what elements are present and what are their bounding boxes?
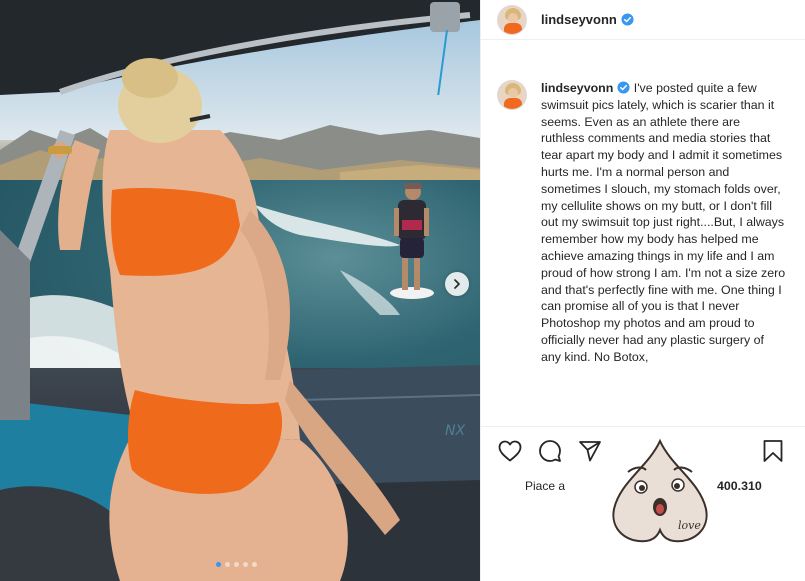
comment-icon xyxy=(539,439,561,462)
verified-badge-icon xyxy=(617,81,630,94)
like-button[interactable] xyxy=(497,438,523,464)
post-header: lindseyvonn xyxy=(481,0,805,40)
carousel-dot xyxy=(225,562,230,567)
carousel-dot xyxy=(243,562,248,567)
carousel-dot xyxy=(234,562,239,567)
carousel-dot xyxy=(216,562,221,567)
post-photo[interactable]: NX xyxy=(0,0,480,581)
caption-section: lindseyvonn I've posted quite a few swim… xyxy=(481,70,805,426)
caption-username[interactable]: lindseyvonn xyxy=(541,81,613,95)
caption-text: I've posted quite a few swimsuit pics la… xyxy=(541,81,786,364)
verified-badge-icon xyxy=(621,13,634,26)
save-button[interactable] xyxy=(760,438,786,464)
woman-in-swimsuit xyxy=(48,58,400,581)
sticker-text: love xyxy=(678,519,701,532)
chevron-right-icon xyxy=(454,279,460,289)
post-caption: lindseyvonn I've posted quite a few swim… xyxy=(541,80,786,426)
next-slide-button[interactable] xyxy=(445,272,469,296)
author-username[interactable]: lindseyvonn xyxy=(541,12,617,27)
avatar[interactable] xyxy=(497,4,527,35)
heart-face-sticker: love xyxy=(612,438,708,543)
bookmark-icon xyxy=(763,440,783,462)
share-button[interactable] xyxy=(577,438,603,464)
likes-count[interactable]: 400.310 xyxy=(717,479,762,493)
paper-plane-icon xyxy=(579,440,601,461)
comment-button[interactable] xyxy=(537,438,563,464)
carousel-indicator xyxy=(216,562,257,567)
heart-icon xyxy=(498,440,522,461)
likes-prefix: Piace a xyxy=(525,479,566,493)
avatar[interactable] xyxy=(497,80,527,110)
boat-logo: NX xyxy=(445,423,465,439)
carousel-dot xyxy=(252,562,257,567)
